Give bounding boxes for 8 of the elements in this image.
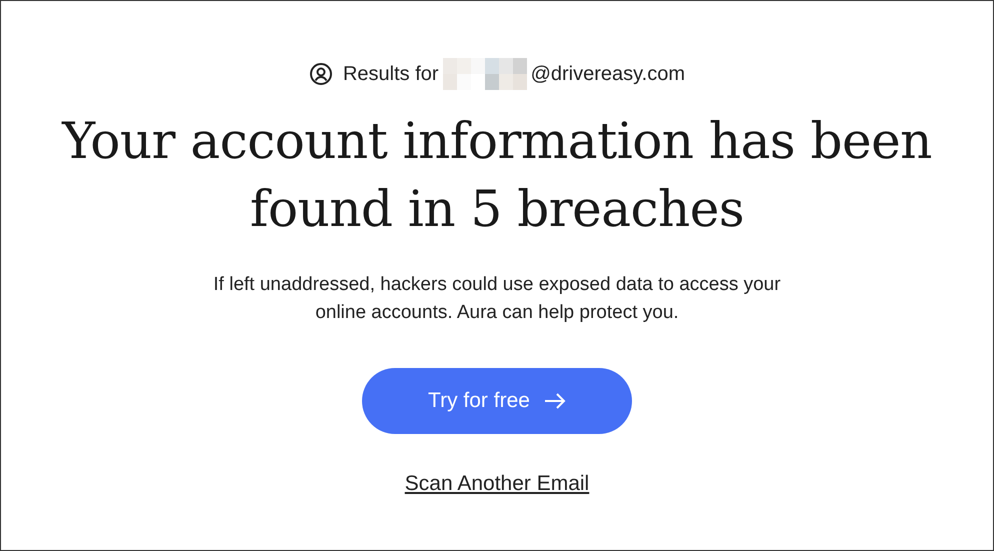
scan-another-email-link[interactable]: Scan Another Email: [404, 472, 590, 496]
user-icon: [308, 62, 333, 86]
try-for-free-button[interactable]: Try for free: [362, 368, 632, 434]
results-label: Results for: [342, 62, 439, 86]
email-domain: @drivereasy.com: [530, 62, 685, 86]
arrow-right-icon: [544, 392, 566, 410]
description: If left unaddressed, hackers could use exposed data to access your online accounts. Aura can help protect you.: [212, 273, 782, 325]
headline: Your account information has been found in 5 breaches: [60, 111, 933, 240]
